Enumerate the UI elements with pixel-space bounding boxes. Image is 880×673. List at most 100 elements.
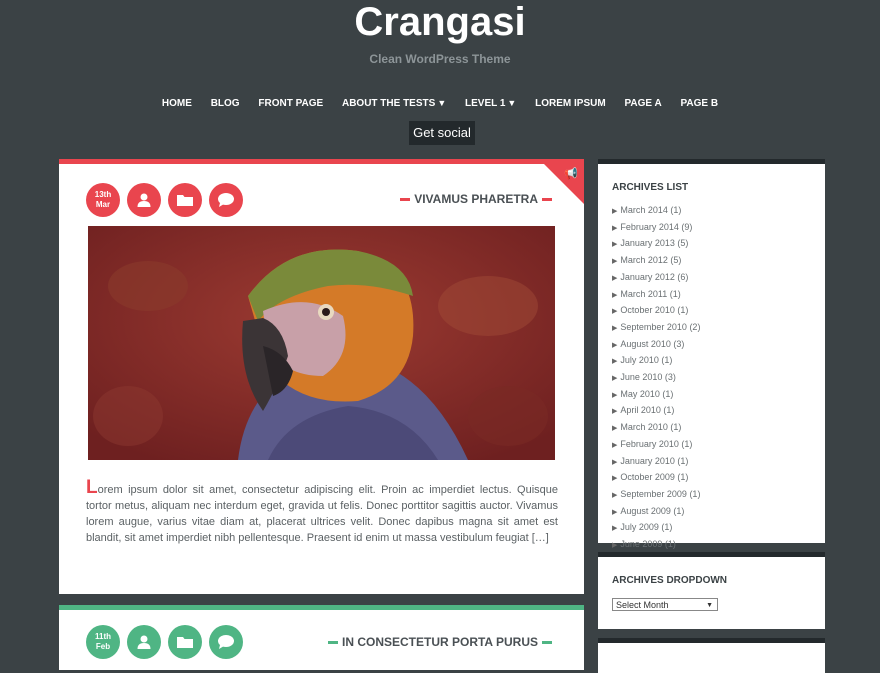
caret-right-icon: ▶ (612, 425, 618, 433)
chevron-down-icon: ▼ (706, 602, 713, 609)
post-date-badge: 13th Mar (86, 183, 120, 217)
archive-list: ▶ March 2014 (1) ▶ February 2014 (9) ▶ Januar… (612, 203, 700, 570)
archive-link[interactable]: ▶ October 2009 (1) (612, 470, 700, 487)
archive-link[interactable]: ▶ March 2010 (1) (612, 420, 700, 437)
archive-link-label: October 2010 (1) (620, 305, 689, 316)
category-button[interactable] (168, 183, 202, 217)
widget-title: ARCHIVES LIST (612, 182, 689, 193)
nav-item-page-b[interactable]: PAGE B (680, 98, 718, 109)
select-value: Select Month (616, 600, 669, 610)
post-title[interactable]: IN CONSECTETUR PORTA PURUS (324, 635, 556, 649)
archive-link-label: January 2010 (1) (620, 455, 689, 466)
caret-right-icon: ▶ (612, 408, 618, 416)
archive-link-label: January 2012 (6) (620, 271, 689, 282)
archive-link[interactable]: ▶ September 2009 (1) (612, 487, 700, 504)
caret-right-icon: ▶ (612, 208, 618, 215)
archive-link[interactable]: ▶ March 2011 (1) (612, 287, 700, 304)
widget-title: ARCHIVES DROPDOWN (612, 575, 728, 586)
author-button[interactable] (127, 625, 161, 659)
post-card: 📢 13th Mar VIVAMUS PHARETRA Lorem ipsum … (59, 159, 584, 594)
caret-right-icon: ▶ (612, 358, 618, 366)
nav-item-lorem-ipsum[interactable]: LOREM IPSUM (535, 98, 606, 109)
archive-link-label: August 2010 (3) (620, 338, 685, 349)
caret-right-icon: ▶ (612, 341, 618, 349)
title-dash (542, 640, 552, 644)
comments-button[interactable] (209, 625, 243, 659)
site-title[interactable]: Crangasi (0, 0, 880, 44)
category-button[interactable] (168, 625, 202, 659)
title-dash (400, 197, 411, 201)
caret-right-icon: ▶ (612, 274, 618, 282)
author-button[interactable] (127, 183, 161, 217)
archive-link-label: March 2012 (5) (620, 255, 682, 266)
caret-right-icon: ▶ (612, 491, 618, 499)
archive-link-label: September 2010 (2) (620, 321, 701, 332)
caret-right-icon: ▶ (612, 241, 618, 249)
caret-right-icon: ▶ (612, 475, 618, 483)
folder-icon (177, 195, 193, 206)
nav-item-label: ABOUT THE TESTS (341, 98, 436, 109)
archive-link[interactable]: ▶ February 2010 (1) (612, 437, 700, 454)
archive-link-label: March 2014 (1) (620, 205, 682, 215)
archive-link-label: July 2010 (1) (620, 355, 673, 366)
folder-icon (177, 637, 193, 648)
archive-link[interactable]: ▶ January 2013 (5) (612, 236, 700, 253)
chevron-down-icon: ▼ (507, 98, 517, 108)
archives-dropdown-widget: ARCHIVES DROPDOWN Select Month ▼ (598, 552, 825, 629)
post-day: 11th (94, 632, 111, 641)
nav-item-label: LEVEL 1 (465, 98, 506, 109)
parrot-illustration (88, 226, 555, 460)
comments-button[interactable] (209, 183, 243, 217)
archive-link[interactable]: ▶ July 2010 (1) (612, 353, 700, 370)
featured-image-parrot[interactable] (88, 226, 555, 460)
comment-icon (218, 635, 234, 649)
comment-icon (218, 193, 234, 207)
nav-item-about-the-tests[interactable]: ABOUT THE TESTS ▼ (342, 98, 446, 109)
archive-link[interactable]: ▶ October 2010 (1) (612, 303, 700, 320)
nav-item-level-1[interactable]: LEVEL 1 ▼ (465, 98, 516, 109)
caret-right-icon: ▶ (612, 458, 618, 466)
archive-link[interactable]: ▶ January 2010 (1) (612, 454, 700, 471)
caret-right-icon: ▶ (612, 508, 618, 516)
get-social-button[interactable]: Get social (409, 121, 475, 145)
archive-link-label: June 2009 (1) (620, 539, 676, 550)
archive-month-select[interactable]: Select Month ▼ (612, 598, 718, 611)
nav-item-front-page[interactable]: FRONT PAGE (258, 98, 323, 109)
caret-right-icon: ▶ (612, 258, 618, 266)
post-title-text: IN CONSECTETUR PORTA PURUS (341, 635, 538, 649)
caret-right-icon: ▶ (612, 308, 618, 316)
archive-link[interactable]: ▶ August 2010 (3) (612, 337, 700, 354)
archive-link-label: January 2013 (5) (620, 238, 689, 249)
archive-link[interactable]: ▶ February 2014 (9) (612, 220, 700, 237)
post-excerpt-text: orem ipsum dolor sit amet, consectetur a… (86, 484, 558, 544)
archive-link[interactable]: ▶ June 2010 (3) (612, 370, 700, 387)
post-card: 11th Feb IN CONSECTETUR PORTA PURUS (59, 605, 584, 670)
caret-right-icon: ▶ (612, 375, 618, 383)
title-dash (542, 197, 552, 201)
megaphone-icon: 📢 (564, 168, 578, 180)
archive-link-label: June 2010 (3) (620, 372, 676, 383)
archives-list-widget: ARCHIVES LIST ▶ March 2014 (1) ▶ February 2… (598, 159, 825, 566)
archive-link-label: April 2010 (1) (620, 405, 675, 416)
caret-right-icon: ▶ (612, 224, 618, 232)
archive-link[interactable]: ▶ August 2009 (1) (612, 504, 700, 521)
archive-link[interactable]: ▶ July 2009 (1) (612, 520, 700, 537)
post-month: Mar (95, 200, 111, 209)
site-tagline: Clean WordPress Theme (369, 52, 511, 66)
archive-link[interactable]: ▶ May 2010 (1) (612, 387, 700, 404)
archive-link[interactable]: ▶ September 2010 (2) (612, 320, 700, 337)
archive-link[interactable]: ▶ April 2010 (1) (612, 403, 700, 420)
archive-link[interactable]: ▶ January 2012 (6) (612, 270, 700, 287)
archive-link[interactable]: ▶ March 2012 (5) (612, 253, 700, 270)
post-title[interactable]: VIVAMUS PHARETRA (396, 192, 556, 206)
caret-right-icon: ▶ (612, 441, 618, 449)
archive-link-label: July 2009 (1) (620, 522, 673, 533)
archive-link[interactable]: ▶ March 2014 (1) (612, 203, 700, 220)
nav-item-blog[interactable]: BLOG (211, 98, 240, 109)
archive-link-label: May 2010 (1) (620, 388, 674, 399)
nav-item-page-a[interactable]: PAGE A (624, 98, 661, 109)
user-icon (137, 635, 151, 649)
caret-right-icon: ▶ (612, 525, 618, 533)
nav-item-home[interactable]: HOME (162, 98, 192, 109)
archive-link-label: February 2014 (9) (620, 221, 693, 232)
